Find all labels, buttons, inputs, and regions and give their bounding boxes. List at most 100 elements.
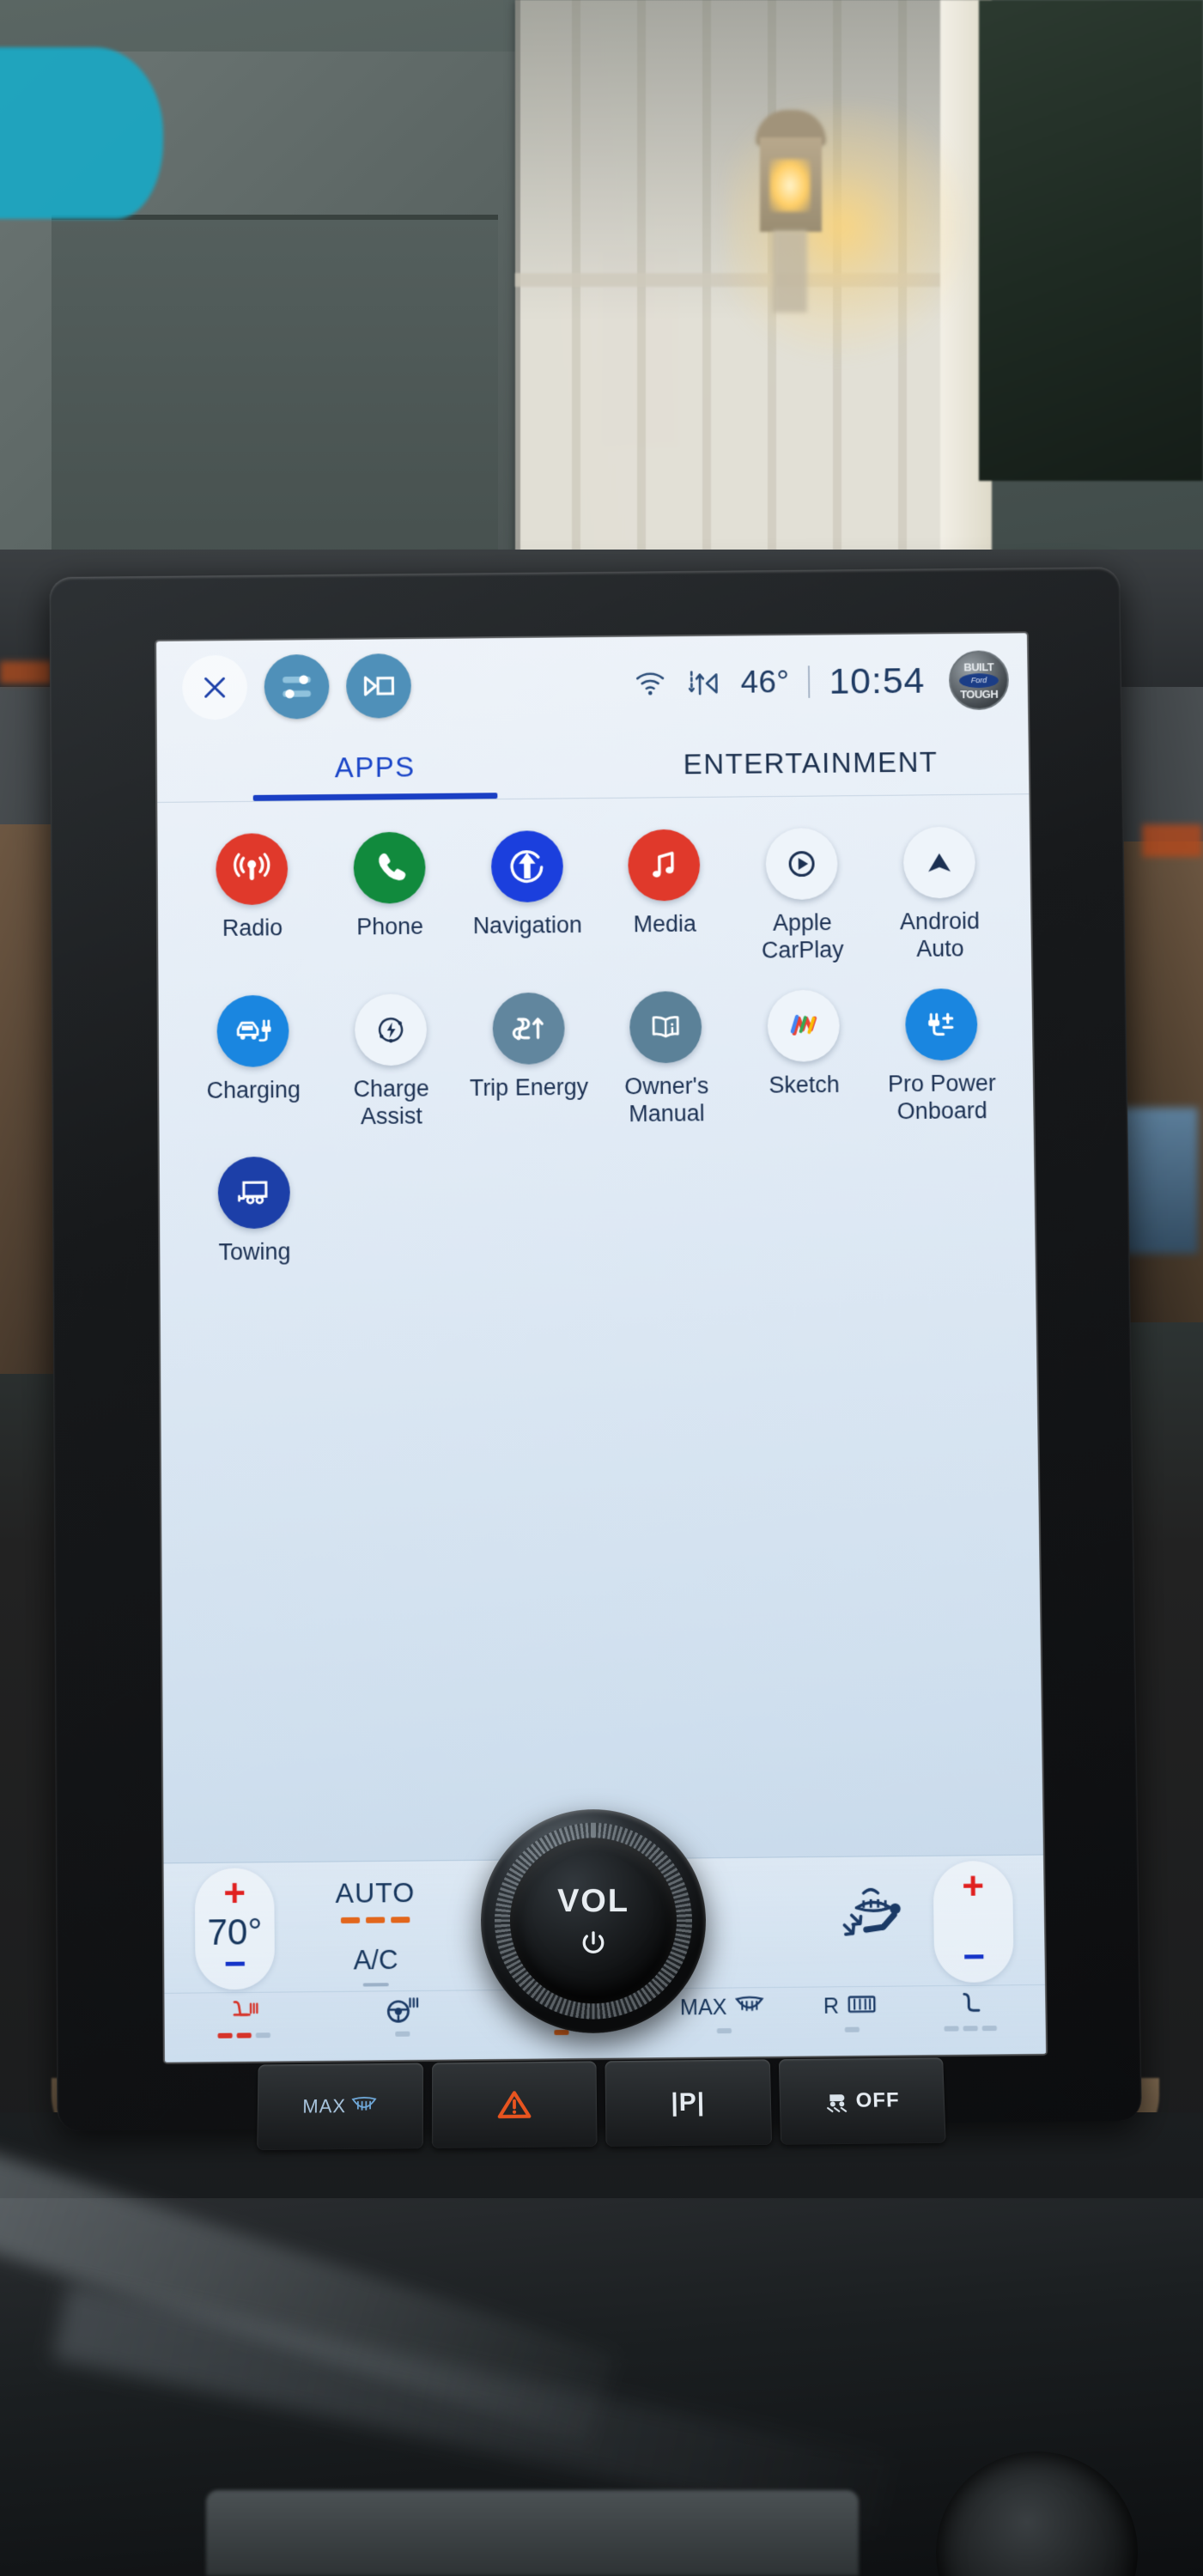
app-label: Charge Assist xyxy=(353,1075,429,1129)
owners-manual-icon xyxy=(643,1005,688,1049)
sketch-icon xyxy=(781,1003,826,1048)
volume-knob[interactable]: VOL xyxy=(479,1809,708,2033)
driver-temperature-control[interactable]: + 70° − xyxy=(194,1868,276,1990)
max-defrost-button[interactable]: MAX xyxy=(257,2063,423,2151)
app-tile-apple-carplay[interactable]: Apple CarPlay xyxy=(732,828,872,965)
heated-steering-wheel-button[interactable] xyxy=(384,1995,421,2037)
app-label: Trip Energy xyxy=(469,1073,589,1101)
app-icon-wrapper[interactable] xyxy=(629,990,702,1064)
app-tile-android-auto[interactable]: Android Auto xyxy=(870,826,1009,963)
tab-entertainment[interactable]: ENTERTAINMENT xyxy=(592,728,1029,798)
knob-face[interactable]: VOL xyxy=(509,1838,677,2004)
app-tile-radio[interactable]: Radio xyxy=(183,833,321,970)
heated-seat-button[interactable] xyxy=(217,1996,270,2038)
app-icon-wrapper[interactable] xyxy=(904,987,978,1061)
app-label: Sketch xyxy=(769,1071,840,1098)
app-grid: Radio Phone Navigation Media Apple CarPlay An… xyxy=(157,807,1035,1267)
driver-temp-decrease[interactable]: − xyxy=(224,1942,246,1985)
driver-temp-increase[interactable]: + xyxy=(223,1873,246,1916)
status-indicators: 46° 10:54 BUILT Ford TOUGH xyxy=(633,650,1010,713)
traction-control-button[interactable]: OFF xyxy=(778,2057,946,2145)
app-icon-wrapper[interactable] xyxy=(490,830,563,903)
max-defrost-button[interactable]: MAX xyxy=(680,1991,768,2034)
app-tile-towing[interactable]: Towing xyxy=(185,1157,324,1267)
max-defrost-label: MAX xyxy=(302,2095,347,2117)
reflection-orange-right xyxy=(1142,824,1202,857)
tab-apps[interactable]: APPS xyxy=(157,732,593,802)
max-defrost-icon xyxy=(731,1991,768,2023)
windshield-view xyxy=(0,0,1203,584)
app-label: Android Auto xyxy=(899,908,981,962)
rear-defrost-button[interactable]: R xyxy=(823,1990,880,2032)
app-tile-navigation[interactable]: Navigation xyxy=(458,830,596,968)
phone-icon xyxy=(378,853,406,881)
app-label: Radio xyxy=(222,914,283,941)
indicator-bar xyxy=(982,2026,998,2032)
volume-label: VOL xyxy=(556,1882,630,1919)
passenger-temperature-control[interactable]: + − xyxy=(933,1860,1014,1984)
android-auto-icon xyxy=(927,853,951,872)
apple-carplay-icon xyxy=(779,841,823,886)
app-icon-wrapper[interactable] xyxy=(217,1157,291,1230)
ac-indicator xyxy=(362,1983,389,1987)
app-tile-owner-s-manual[interactable]: Owner's Manual xyxy=(597,990,736,1127)
data-transfer-icon xyxy=(686,667,722,698)
app-icon-wrapper[interactable] xyxy=(902,826,975,899)
seat-button[interactable] xyxy=(944,1990,998,2032)
climate-button-label: MAX xyxy=(679,1995,727,2020)
lantern-mount xyxy=(773,230,807,313)
auto-climate-button[interactable]: AUTO xyxy=(314,1876,435,1924)
app-tile-media[interactable]: Media xyxy=(595,829,734,966)
indicator-bars xyxy=(716,2028,732,2034)
garage-interior xyxy=(52,215,498,584)
passenger-temp-increase[interactable]: + xyxy=(962,1865,984,1908)
indicator-bar xyxy=(553,2029,569,2036)
parking-brake-button[interactable]: |P| xyxy=(605,2059,772,2147)
status-bar: 46° 10:54 BUILT Ford TOUGH xyxy=(156,633,1028,734)
screen-off-button[interactable] xyxy=(345,653,412,719)
app-tile-pro-power-onboard[interactable]: Pro Power Onboard xyxy=(872,987,1011,1125)
app-tile-trip-energy[interactable]: Trip Energy xyxy=(459,992,598,1129)
ford-oval: Ford xyxy=(958,672,999,688)
parking-brake-label: |P| xyxy=(671,2087,706,2117)
app-tile-charging[interactable]: Charging xyxy=(185,994,323,1132)
screen-off-icon xyxy=(360,667,398,705)
charge-assist-icon xyxy=(368,1007,413,1052)
badge-bottom-text: TOUGH xyxy=(960,687,999,701)
app-label: Phone xyxy=(356,913,424,940)
ac-button[interactable]: A/C xyxy=(315,1944,436,1987)
app-icon-wrapper[interactable] xyxy=(353,831,426,904)
indicator-bars xyxy=(553,2029,569,2036)
defrost-icon xyxy=(350,2095,378,2117)
hardware-button-row: MAX |P| OFF xyxy=(257,2057,946,2151)
app-icon-wrapper[interactable] xyxy=(628,829,701,902)
app-tile-phone[interactable]: Phone xyxy=(320,831,459,969)
app-icon-wrapper[interactable] xyxy=(492,992,565,1065)
app-icon-wrapper[interactable] xyxy=(216,994,290,1067)
auto-bar xyxy=(340,1917,361,1924)
app-icon-wrapper[interactable] xyxy=(216,833,289,906)
app-label: Pro Power Onboard xyxy=(887,1069,996,1124)
indicator-bar xyxy=(963,2026,979,2032)
airflow-direction-icon[interactable] xyxy=(836,1882,914,1953)
app-tile-sketch[interactable]: Sketch xyxy=(734,989,873,1127)
app-icon-wrapper[interactable] xyxy=(354,993,428,1066)
app-icon-wrapper[interactable] xyxy=(765,828,838,901)
ac-label: A/C xyxy=(353,1944,398,1976)
tab-bar: APPS ENTERTAINMENT xyxy=(156,728,1030,803)
power-icon[interactable] xyxy=(579,1928,608,1957)
indicator-bars xyxy=(944,2026,998,2032)
passenger-temp-decrease[interactable]: − xyxy=(963,1935,985,1978)
close-button[interactable] xyxy=(182,654,248,720)
outside-temperature: 46° xyxy=(740,664,790,700)
settings-sliders-button[interactable] xyxy=(264,653,330,720)
hazard-button[interactable] xyxy=(431,2061,598,2149)
app-tile-charge-assist[interactable]: Charge Assist xyxy=(322,993,461,1131)
charging-icon xyxy=(231,1008,276,1053)
app-label: Navigation xyxy=(472,912,582,939)
app-label: Towing xyxy=(218,1238,291,1266)
app-icon-wrapper[interactable] xyxy=(767,989,841,1062)
built-ford-tough-badge[interactable]: BUILT Ford TOUGH xyxy=(948,650,1010,711)
radio-icon xyxy=(230,847,275,891)
indicator-bar xyxy=(217,2032,233,2038)
